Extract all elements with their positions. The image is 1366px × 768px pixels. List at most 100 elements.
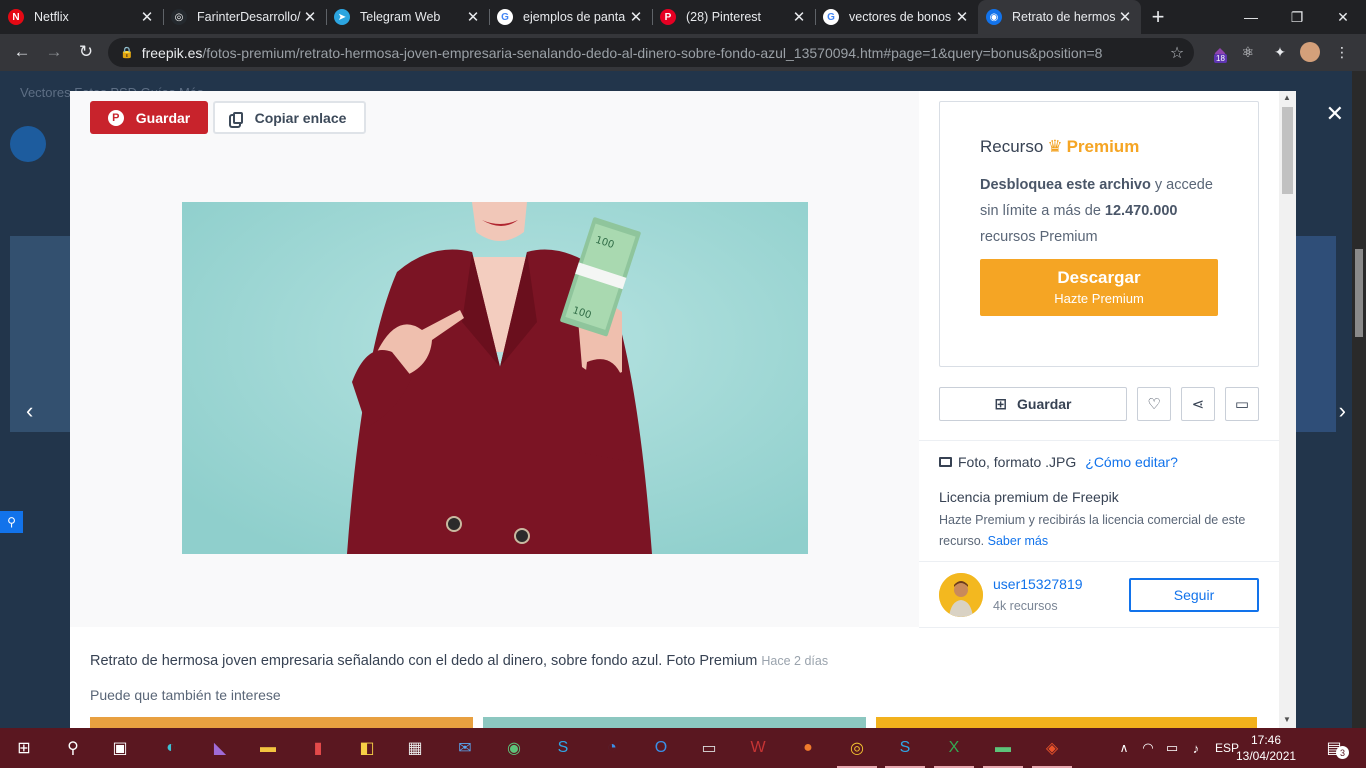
posted-ago: Hace 2 días — [761, 654, 829, 668]
new-tab-button[interactable]: + — [1141, 0, 1175, 34]
browser-tab[interactable]: ◉ Retrato de hermos ✕ — [978, 0, 1141, 34]
tab-close-icon[interactable]: ✕ — [1117, 8, 1133, 26]
preview-panel: P Guardar Copiar enlace 100 100 — [70, 91, 919, 627]
minimize-button[interactable]: — — [1228, 0, 1274, 34]
speedometer-icon[interactable]: ◔ — [600, 736, 624, 760]
extensions-puzzle-icon[interactable]: ✦ — [1268, 40, 1292, 64]
battery-icon[interactable]: ▭ — [1160, 736, 1184, 760]
system-clock[interactable]: 17:46 13/04/2021 — [1236, 732, 1296, 764]
related-thumbnail[interactable] — [483, 717, 866, 728]
kompare-icon[interactable]: ◧ — [355, 736, 379, 760]
search-icon[interactable]: ⚲ — [61, 736, 85, 760]
related-thumbnail[interactable] — [876, 717, 1257, 728]
woman-photo-illustration: 100 100 — [182, 202, 808, 554]
page-scrollbar[interactable] — [1352, 71, 1366, 728]
browser-tab[interactable]: ◎ FarinterDesarrollo/✕ — [163, 0, 326, 34]
visual-studio-icon[interactable]: ◣ — [208, 736, 232, 760]
console-icon[interactable]: ▬ — [983, 736, 1023, 768]
browser-tab[interactable]: ➤ Telegram Web ✕ — [326, 0, 489, 34]
pinterest-icon: P — [660, 9, 676, 25]
scroll-thumb[interactable] — [1355, 249, 1363, 337]
edge-icon[interactable]: ◐ — [159, 736, 183, 760]
postman-icon[interactable]: ● — [796, 736, 820, 760]
crown-icon: ♛ — [1047, 137, 1063, 156]
maps-icon[interactable]: ◉ — [502, 736, 526, 760]
pinterest-save-button[interactable]: P Guardar — [90, 101, 208, 134]
browser-tab[interactable]: P (28) Pinterest ✕ — [652, 0, 815, 34]
terminal-icon[interactable]: ▭ — [697, 736, 721, 760]
backdrop-card — [1296, 236, 1336, 432]
tab-close-icon[interactable]: ✕ — [954, 8, 970, 26]
maximize-button[interactable]: ❐ — [1274, 0, 1320, 34]
previous-arrow-icon[interactable]: ‹ — [26, 398, 33, 424]
download-label: Descargar — [1057, 268, 1141, 287]
premium-desc-bold1: Desbloquea este archivo — [980, 177, 1151, 193]
resource-description: Retrato de hermosa joven empresaria seña… — [90, 653, 828, 669]
author-avatar[interactable] — [939, 573, 983, 617]
profile-avatar[interactable] — [1298, 40, 1322, 64]
mail-icon[interactable]: ✉ — [453, 736, 477, 760]
tray-chevron-icon[interactable]: ∧ — [1112, 736, 1136, 760]
url-field[interactable]: 🔒 freepik.es/fotos-premium/retrato-hermo… — [108, 38, 1194, 67]
react-devtools-icon[interactable]: ⚛ — [1236, 40, 1260, 64]
image-icon — [939, 457, 952, 467]
reload-button[interactable]: ↻ — [70, 36, 102, 68]
wifi-icon[interactable]: ◠ — [1136, 736, 1160, 760]
close-window-button[interactable]: ✕ — [1320, 0, 1366, 34]
chrome-icon[interactable]: ◎ — [837, 736, 877, 768]
learn-more-link[interactable]: Saber más — [988, 534, 1048, 548]
extension-icon[interactable]: ◆ 18 — [1208, 40, 1232, 64]
task-view-icon[interactable]: ▣ — [108, 736, 132, 760]
scroll-up-icon[interactable]: ▲ — [1283, 93, 1291, 102]
power-bi-icon[interactable]: ▮ — [306, 736, 330, 760]
browser-tab[interactable]: Gvectores de bonos ✕ — [815, 0, 978, 34]
menu-kebab-icon[interactable]: ⋮ — [1330, 40, 1354, 64]
outlook-icon[interactable]: O — [649, 736, 673, 760]
follow-button[interactable]: Seguir — [1129, 578, 1259, 612]
volume-icon[interactable]: ♪ — [1184, 736, 1208, 760]
clock-time: 17:46 — [1250, 733, 1282, 747]
address-bar: ← → ↻ 🔒 freepik.es/fotos-premium/retrato… — [0, 34, 1366, 71]
heart-icon: ♡ — [1147, 396, 1161, 413]
tab-close-icon[interactable]: ✕ — [139, 8, 155, 26]
browser-tab[interactable]: Gejemplos de panta ✕ — [489, 0, 652, 34]
excel-icon[interactable]: X — [934, 736, 974, 768]
tab-close-icon[interactable]: ✕ — [302, 8, 318, 26]
how-to-edit-link[interactable]: ¿Cómo editar? — [1085, 454, 1178, 470]
preview-photo[interactable]: 100 100 — [182, 202, 808, 554]
like-heart-button[interactable]: ♡ — [1137, 387, 1171, 421]
bookmark-star-icon[interactable]: ☆ — [1160, 43, 1194, 63]
copy-link-button[interactable]: Copiar enlace — [213, 101, 366, 134]
store-icon[interactable]: ▦ — [403, 736, 427, 760]
skype-icon[interactable]: S — [551, 736, 575, 760]
accessibility-icon[interactable]: ⚲ — [0, 511, 23, 533]
share-button[interactable]: ⋖ — [1181, 387, 1215, 421]
add-collection-icon: ⊞ — [994, 396, 1008, 413]
pinterest-icon: P — [107, 109, 124, 126]
author-name-link[interactable]: user15327819 — [993, 576, 1083, 592]
windows-start-icon[interactable]: ⊞ — [12, 736, 36, 760]
browser-tab[interactable]: N Netflix ✕ — [0, 0, 163, 34]
tab-title: vectores de bonos — [849, 10, 952, 24]
download-button[interactable]: Descargar Hazte Premium — [980, 259, 1218, 316]
tab-close-icon[interactable]: ✕ — [791, 8, 807, 26]
forward-button[interactable]: → — [38, 36, 70, 68]
tab-close-icon[interactable]: ✕ — [628, 8, 644, 26]
file-explorer-icon[interactable]: ▬ — [256, 736, 280, 760]
workbench-icon[interactable]: W — [746, 736, 770, 760]
notifications-icon[interactable]: ▤ 3 — [1322, 736, 1349, 760]
scroll-down-icon[interactable]: ▼ — [1283, 715, 1291, 724]
related-thumbnail[interactable] — [90, 717, 473, 728]
next-arrow-icon[interactable]: › — [1339, 398, 1346, 424]
back-button[interactable]: ← — [6, 36, 38, 68]
remote-icon[interactable]: ◈ — [1032, 736, 1072, 768]
tab-close-icon[interactable]: ✕ — [465, 8, 481, 26]
close-modal-icon[interactable]: ✕ — [1326, 103, 1344, 125]
modal-scrollbar[interactable]: ▲ ▼ — [1279, 91, 1296, 728]
comment-button[interactable]: ▭ — [1225, 387, 1259, 421]
netflix-icon: N — [8, 9, 24, 25]
save-collection-button[interactable]: ⊞ Guardar — [939, 387, 1127, 421]
tab-title: Retrato de hermos — [1012, 10, 1116, 24]
skype-running-icon[interactable]: S — [885, 736, 925, 768]
modal-scroll-thumb[interactable] — [1282, 107, 1293, 194]
